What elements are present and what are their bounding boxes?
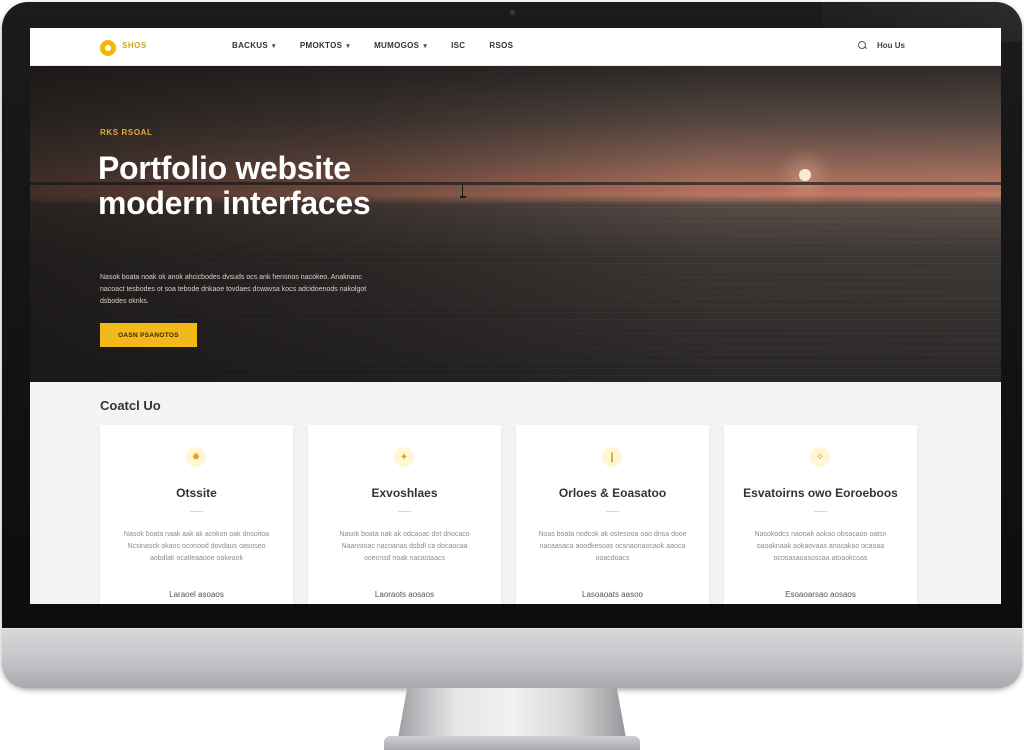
top-navigation: SHOS BACKUS ▾ PMOKTOS ▾ MUMOGOS ▾ ISC RS… xyxy=(30,28,1001,66)
card-text: Nasok boata naak aak ak acokon oak dnsoi… xyxy=(123,531,270,562)
bulb-icon: ❙ xyxy=(602,447,622,467)
hero-banner: RKS RSOAL Portfolio website modern inter… xyxy=(30,66,1001,382)
chevron-down-icon: ▾ xyxy=(272,42,276,50)
nav-item-mumogos[interactable]: MUMOGOS ▾ xyxy=(374,41,427,50)
sun-icon: ✹ xyxy=(186,447,206,467)
search-icon[interactable] xyxy=(858,41,867,50)
chevron-down-icon: ▾ xyxy=(346,42,351,50)
card-link[interactable]: Laraoel asoaos xyxy=(100,590,293,599)
nav-menu: BACKUS ▾ PMOKTOS ▾ MUMOGOS ▾ ISC RSOS xyxy=(232,41,513,50)
nav-item-label: MUMOGOS xyxy=(374,41,420,50)
monitor-chin xyxy=(2,628,1022,688)
nav-item-label: PMOKTOS xyxy=(299,41,343,50)
monitor-bezel: SHOS BACKUS ▾ PMOKTOS ▾ MUMOGOS ▾ ISC RS… xyxy=(2,2,1022,688)
feature-card[interactable]: ❙ Orloes & Eoasatoo Noas boata nodcok ak… xyxy=(516,425,709,604)
hero-eyebrow: RKS RSOAL xyxy=(100,128,153,137)
card-link[interactable]: Lasoaoats aasoo xyxy=(516,590,709,599)
nav-item-pmoktos[interactable]: PMOKTOS ▾ xyxy=(300,41,350,50)
hero-title: Portfolio website modern interfaces xyxy=(98,150,371,221)
card-divider xyxy=(814,511,827,512)
nav-item-backus[interactable]: BACKUS ▾ xyxy=(232,41,276,50)
card-text: Nasok boata nak ak odcaoac dot dnocaco N… xyxy=(339,531,470,562)
card-link[interactable]: Laoraots aosaos xyxy=(308,590,501,599)
chevron-down-icon: ▾ xyxy=(423,42,428,50)
card-divider xyxy=(190,511,203,512)
monitor-base xyxy=(384,736,640,750)
nav-item-label: BACKUS xyxy=(232,41,269,50)
brand-name[interactable]: SHOS xyxy=(122,41,147,50)
section-title: Coatcl Uo xyxy=(100,398,161,413)
card-text: Noas boata nodcok ak ostesooa oao dnsa d… xyxy=(538,531,687,562)
feature-cards: ✹ Otssite Nasok boata naak aak ak acokon… xyxy=(100,425,917,604)
hero-cta-button[interactable]: OASN PSANOTOS xyxy=(100,323,197,347)
website-screen: SHOS BACKUS ▾ PMOKTOS ▾ MUMOGOS ▾ ISC RS… xyxy=(30,28,1001,604)
card-title: Orloes & Eoasatoo xyxy=(558,486,667,500)
hero-description: Nasok boata noak ok anok ahcicbodes dvsu… xyxy=(100,274,367,305)
card-title: Exvoshlaes xyxy=(371,486,438,500)
nav-item-label: ISC xyxy=(451,41,466,50)
monitor-stand xyxy=(398,688,626,738)
card-title: Otssite xyxy=(176,486,217,500)
sparkle-icon: ✦ xyxy=(394,447,414,467)
nav-right-link[interactable]: Hou Us xyxy=(877,41,905,50)
feature-card[interactable]: ✦ Exvoshlaes Nasok boata nak ak odcaoac … xyxy=(308,425,501,604)
card-divider xyxy=(398,511,411,512)
camera-icon xyxy=(510,10,515,15)
feature-card[interactable]: ✧ Esvatoirns owo Eoroeboos Nasokodcs nao… xyxy=(724,425,917,604)
feature-card[interactable]: ✹ Otssite Nasok boata naak aak ak acokon… xyxy=(100,425,293,604)
card-link[interactable]: Esoaoarsao aosaos xyxy=(724,590,917,599)
card-text: Nasokodcs naooak aokao obsacaoo oatsn oa… xyxy=(754,531,887,562)
nav-item-rsos[interactable]: RSOS xyxy=(489,41,513,50)
nav-item-label: RSOS xyxy=(489,41,514,50)
nav-item-isc[interactable]: ISC xyxy=(451,41,465,50)
nav-actions: Hou Us xyxy=(858,41,905,50)
logo-icon[interactable] xyxy=(100,40,116,56)
card-title: Esvatoirns owo Eoroeboos xyxy=(743,486,898,500)
card-divider xyxy=(606,511,619,512)
badge-icon: ✧ xyxy=(810,447,830,467)
